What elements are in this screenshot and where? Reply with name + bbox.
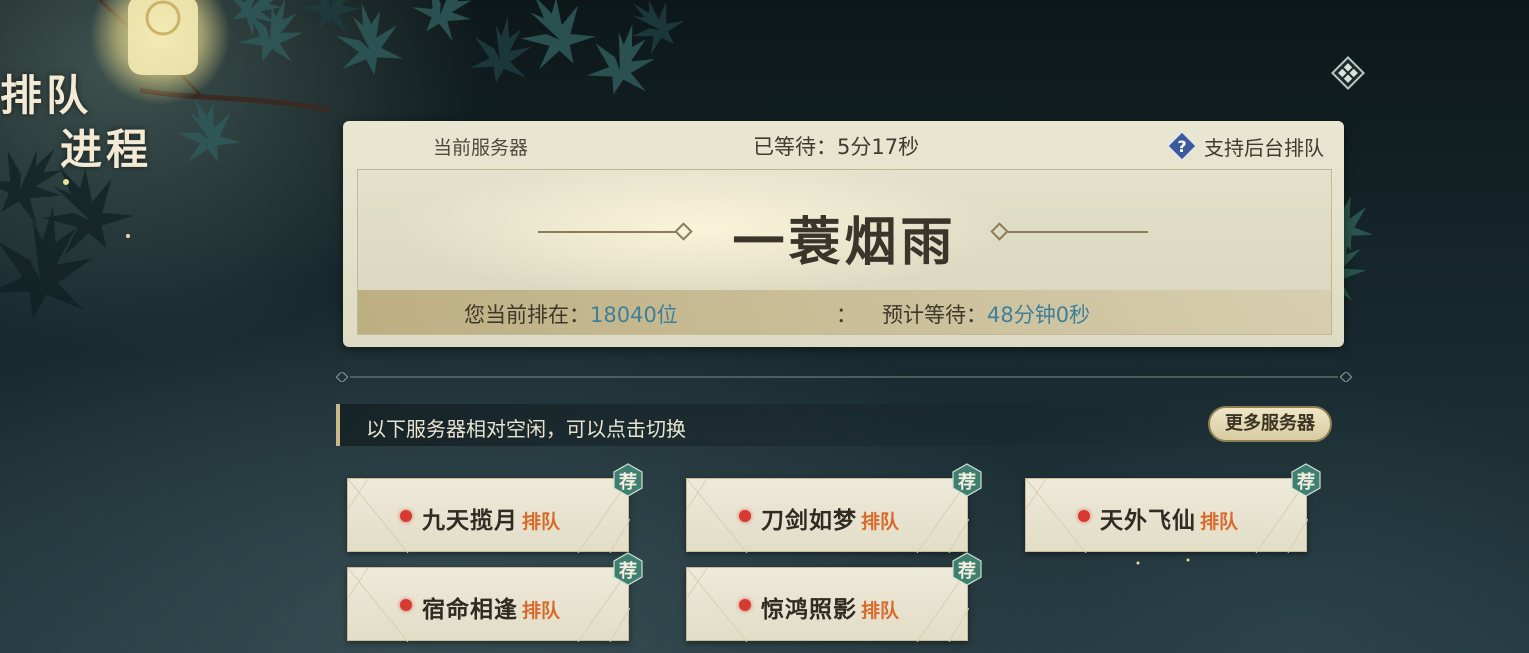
- recommended-badge: 荐: [1290, 463, 1322, 497]
- current-server-label: 当前服务器: [433, 137, 529, 159]
- server-name: 惊鸿照影: [761, 596, 857, 623]
- queue-estimate: 预计等待：48分钟0秒: [882, 299, 1090, 329]
- server-status: 排队: [1200, 511, 1239, 533]
- status-dot: [739, 599, 751, 611]
- server-status: 排队: [861, 511, 900, 533]
- estimate-value: 48分钟0秒: [987, 303, 1091, 327]
- server-button-3[interactable]: 天外飞仙 排队 荐: [1025, 463, 1321, 553]
- switch-hint-row: 以下服务器相对空闲，可以点击切换: [336, 404, 1240, 446]
- close-icon: [1331, 56, 1365, 90]
- server-button-5[interactable]: 惊鸿照影 排队 荐: [686, 552, 982, 642]
- card-header: 当前服务器 已等待：5分17秒 ? 支持后台排队: [343, 121, 1344, 167]
- queue-status-card: 当前服务器 已等待：5分17秒 ? 支持后台排队 一蓑烟雨 您当前排在：1804…: [343, 121, 1344, 347]
- recommended-badge: 荐: [612, 552, 644, 586]
- server-panel: 一蓑烟雨 您当前排在：18040位 ： 预计等待：48分钟0秒: [357, 169, 1332, 335]
- waited-time: 已等待：5分17秒: [753, 131, 919, 161]
- server-name: 宿命相逢: [422, 596, 518, 623]
- waited-label: 已等待：: [753, 135, 837, 159]
- recommended-badge: 荐: [612, 463, 644, 497]
- estimate-label: 预计等待：: [882, 303, 987, 327]
- status-dot: [1078, 510, 1090, 522]
- recommended-badge: 荐: [951, 463, 983, 497]
- server-status: 排队: [522, 600, 561, 622]
- help-icon[interactable]: ?: [1165, 129, 1199, 163]
- queue-rank: 您当前排在：18040位: [464, 299, 678, 329]
- queue-separator: ：: [836, 303, 857, 327]
- server-status: 排队: [522, 511, 561, 533]
- recommended-badge: 荐: [951, 552, 983, 586]
- server-name: 天外飞仙: [1100, 507, 1196, 534]
- server-name: 刀剑如梦: [761, 507, 857, 534]
- status-dot: [400, 510, 412, 522]
- status-dot: [400, 599, 412, 611]
- svg-text:?: ?: [1177, 137, 1186, 156]
- rank-label: 您当前排在：: [464, 303, 590, 327]
- status-dot: [739, 510, 751, 522]
- page-title-line2: 进程: [60, 125, 153, 174]
- server-button-1[interactable]: 九天揽月 排队 荐: [347, 463, 643, 553]
- current-server-name: 一蓑烟雨: [732, 212, 957, 273]
- rank-value: 18040位: [590, 303, 678, 327]
- server-button-2[interactable]: 刀剑如梦 排队 荐: [686, 463, 982, 553]
- waited-value: 5分17秒: [837, 135, 920, 159]
- background-queue-label[interactable]: 支持后台排队: [1204, 132, 1324, 161]
- section-divider: [336, 372, 1352, 382]
- server-name: 九天揽月: [422, 507, 518, 534]
- page-title-line1: 排队: [0, 71, 93, 120]
- server-button-4[interactable]: 宿命相逢 排队 荐: [347, 552, 643, 642]
- more-servers-button[interactable]: 更多服务器: [1208, 406, 1332, 442]
- queue-info-bar: 您当前排在：18040位 ： 预计等待：48分钟0秒: [358, 290, 1331, 334]
- server-status: 排队: [861, 600, 900, 622]
- switch-hint-text: 以下服务器相对空闲，可以点击切换: [366, 417, 686, 441]
- close-button[interactable]: [1331, 56, 1365, 90]
